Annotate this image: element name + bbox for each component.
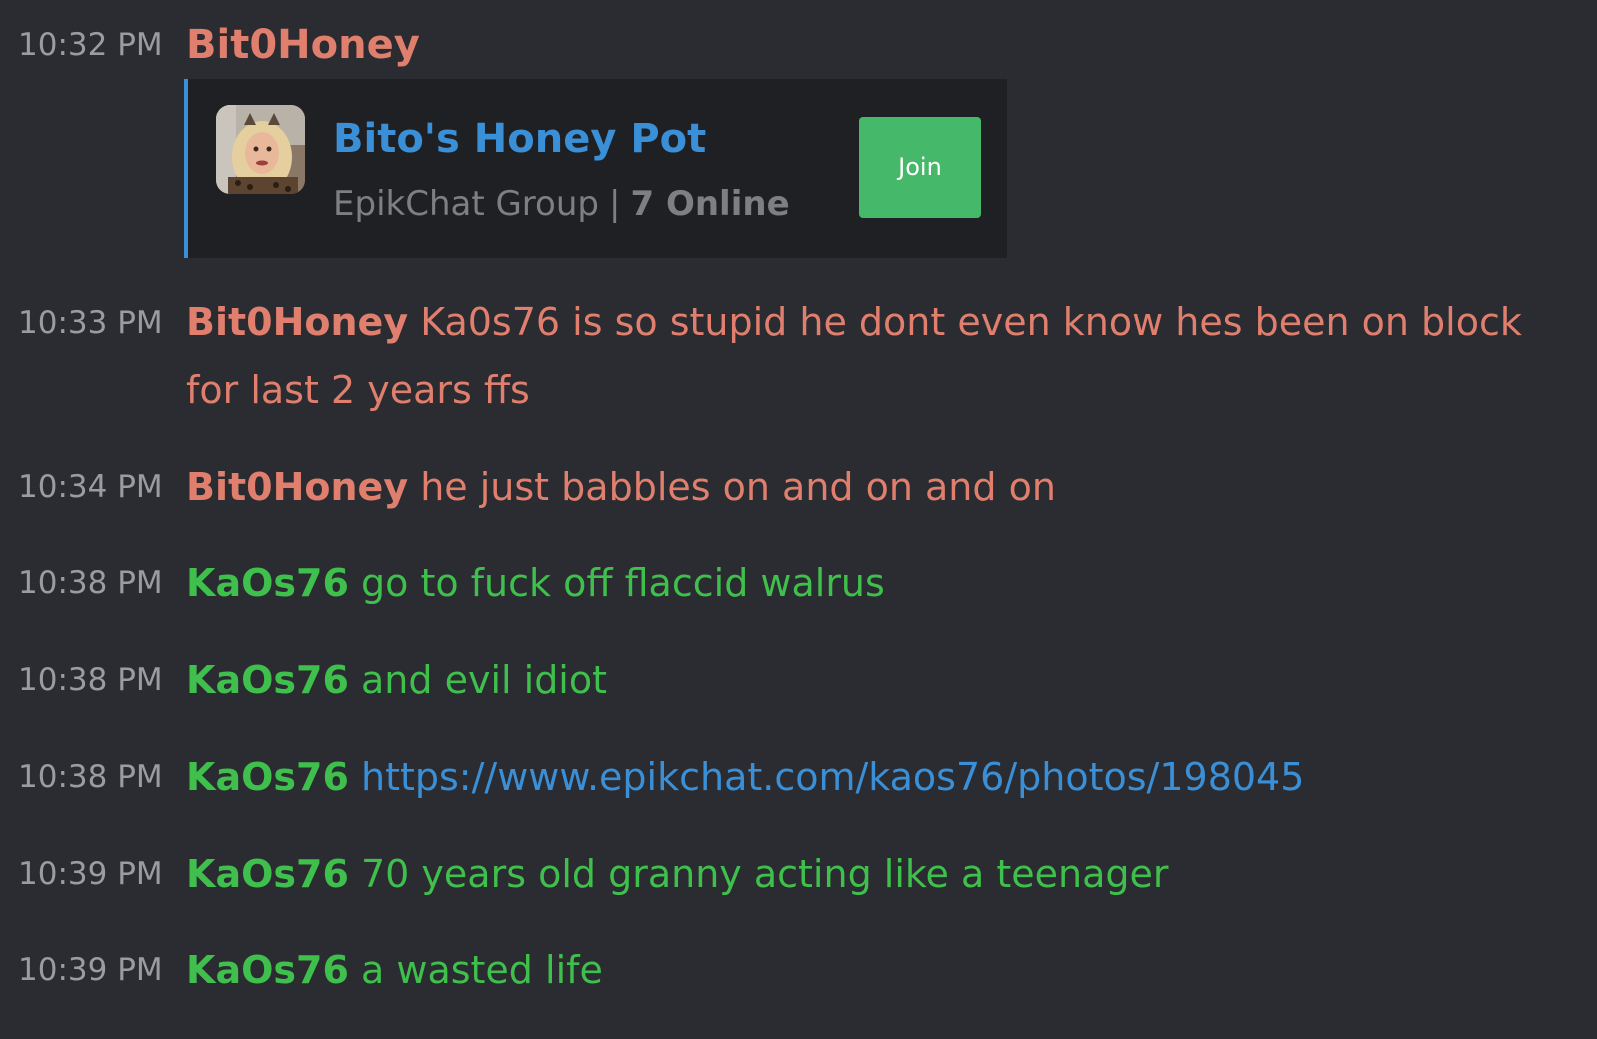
chat-log: 10:32 PM Bit0Honey Bito's Honey Pot Epik… (0, 0, 1597, 1039)
message-timestamp: 10:34 PM (18, 469, 163, 505)
message-timestamp: 10:32 PM (18, 27, 163, 63)
message-username[interactable]: Bit0Honey (186, 22, 420, 68)
message-timestamp: 10:33 PM (18, 305, 163, 341)
group-meta-separator: | (608, 184, 621, 224)
message-username[interactable]: KaOs76 (186, 755, 349, 799)
message-text: and evil idiot (361, 658, 608, 702)
message-text: 70 years old granny acting like a teenag… (361, 852, 1169, 896)
message-timestamp: 10:38 PM (18, 662, 163, 698)
message-username[interactable]: KaOs76 (186, 948, 349, 992)
group-name[interactable]: Bito's Honey Pot (333, 111, 706, 167)
message-username[interactable]: KaOs76 (186, 561, 349, 605)
group-online-count: 7 Online (630, 184, 790, 224)
message-username[interactable]: KaOs76 (186, 658, 349, 702)
message-timestamp: 10:39 PM (18, 952, 163, 988)
group-type: EpikChat Group (333, 184, 599, 224)
message-link[interactable]: https://www.epikchat.com/kaos76/photos/1… (361, 755, 1304, 799)
group-avatar-image (216, 105, 305, 194)
join-button[interactable]: Join (859, 117, 981, 218)
message-text: he just babbles on and on and on (420, 465, 1056, 509)
message-text: a wasted life (361, 948, 603, 992)
message-username[interactable]: Bit0Honey (186, 465, 408, 509)
message-text: go to fuck off flaccid walrus (361, 561, 885, 605)
message-username[interactable]: KaOs76 (186, 852, 349, 896)
group-invite-card: Bito's Honey Pot EpikChat Group | 7 Online… (184, 79, 1007, 258)
message-timestamp: 10:38 PM (18, 565, 163, 601)
message-timestamp: 10:38 PM (18, 759, 163, 795)
group-avatar[interactable] (216, 105, 305, 194)
group-meta: EpikChat Group | 7 Online (333, 179, 790, 229)
message-timestamp: 10:39 PM (18, 856, 163, 892)
message-username[interactable]: Bit0Honey (186, 300, 408, 344)
